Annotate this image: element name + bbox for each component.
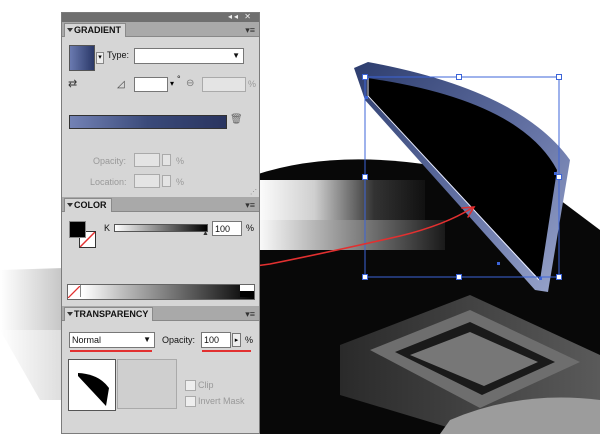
slider-thumb-icon[interactable]: ▲ <box>202 230 209 237</box>
channel-k-label: K <box>104 223 111 233</box>
gradient-opacity-input[interactable] <box>134 153 160 167</box>
gradient-swatch[interactable] <box>69 45 95 71</box>
reverse-gradient-icon[interactable]: ⇄ <box>68 77 82 91</box>
color-panel-menu-icon[interactable]: ▾≡ <box>245 200 255 211</box>
transparency-panel: Normal ▼ Opacity: 100 ▸ % Clip Invert Ma… <box>62 321 259 433</box>
angle-input[interactable] <box>134 77 168 92</box>
handle-top-right <box>556 74 562 80</box>
panel-stack: ◂◂ ✕ GRADIENT ▾≡ ▾ Type: ▼ ⇄ ◿ ▾ ° ⊖ % 🗑… <box>61 12 260 434</box>
blend-mode-select[interactable]: Normal ▼ <box>69 332 155 348</box>
angle-suffix: ° <box>177 74 181 84</box>
gradient-panel: ▾ Type: ▼ ⇄ ◿ ▾ ° ⊖ % 🗑 Opacity: % Locat… <box>62 37 259 197</box>
none-swatch-icon[interactable] <box>67 285 81 299</box>
trash-icon[interactable]: 🗑 <box>230 114 243 125</box>
k-suffix: % <box>246 223 255 233</box>
opacity-stepper-icon[interactable]: ▸ <box>232 333 241 347</box>
panel-titlebar[interactable]: ◂◂ ✕ <box>62 12 259 22</box>
resize-grip-icon[interactable]: ⋰ <box>250 188 257 196</box>
handle-top-left <box>362 74 368 80</box>
gradient-type-select[interactable]: ▼ <box>134 48 244 64</box>
type-label: Type: <box>107 50 130 60</box>
chevron-down-icon: ▼ <box>143 335 151 344</box>
k-channel-slider[interactable] <box>114 224 208 232</box>
opacity-suffix: % <box>245 335 254 345</box>
location-label: Location: <box>90 177 127 187</box>
handle-bottom-left <box>362 274 368 280</box>
location-input[interactable] <box>134 174 160 188</box>
tab-transparency[interactable]: TRANSPARENCY <box>64 307 154 321</box>
tab-gradient[interactable]: GRADIENT <box>64 23 126 37</box>
location-suffix: % <box>176 177 185 187</box>
black-swatch[interactable] <box>240 291 254 297</box>
location-dropdown[interactable] <box>162 175 171 187</box>
opacity-label: Opacity: <box>93 156 127 166</box>
color-panel: K ▲ 100 % <box>62 212 259 306</box>
angle-icon: ◿ <box>117 79 125 90</box>
invert-mask-label: Invert Mask <box>198 396 245 406</box>
mask-thumbnail-area[interactable] <box>117 359 177 409</box>
handle-top-center <box>456 74 462 80</box>
object-thumbnail[interactable] <box>68 359 116 411</box>
blend-mode-underline <box>70 350 152 352</box>
transparency-panel-menu-icon[interactable]: ▾≡ <box>245 309 255 320</box>
collapse-icon[interactable]: ◂◂ ✕ <box>228 12 253 22</box>
handle-middle-left <box>362 174 368 180</box>
clip-label: Clip <box>198 380 214 390</box>
invert-mask-checkbox[interactable] <box>185 396 196 407</box>
handle-middle-right <box>556 174 562 180</box>
gradient-slider[interactable] <box>69 115 227 129</box>
clip-checkbox[interactable] <box>185 380 196 391</box>
aspect-ratio-icon: ⊖ <box>186 78 195 89</box>
opacity-underline <box>202 350 251 352</box>
fill-swatch[interactable] <box>69 221 86 238</box>
opacity-suffix: % <box>176 156 185 166</box>
handle-bottom-right <box>556 274 562 280</box>
k-value-input[interactable]: 100 <box>212 221 242 236</box>
aspect-suffix: % <box>248 79 257 89</box>
opacity-input[interactable]: 100 <box>201 332 231 348</box>
tab-color[interactable]: COLOR <box>64 198 112 212</box>
opacity-label: Opacity: <box>162 335 196 345</box>
handle-bottom-center <box>456 274 462 280</box>
gradient-swatch-dropdown-icon[interactable]: ▾ <box>96 52 104 64</box>
aspect-ratio-input[interactable] <box>202 77 246 92</box>
gradient-opacity-dropdown[interactable] <box>162 154 171 166</box>
gradient-panel-menu-icon[interactable]: ▾≡ <box>245 25 255 36</box>
chevron-down-icon: ▼ <box>232 51 240 60</box>
color-spectrum-bar[interactable] <box>67 284 255 300</box>
